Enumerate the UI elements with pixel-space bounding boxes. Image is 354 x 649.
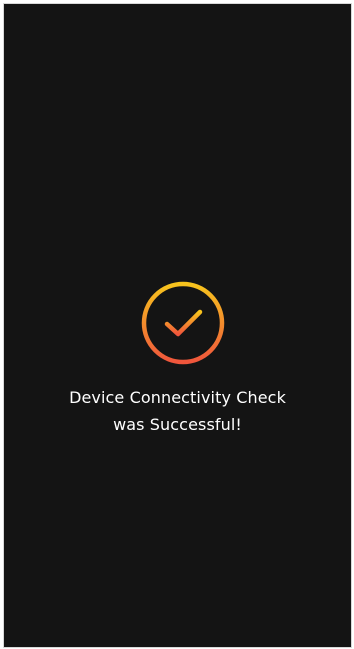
- check-circle-icon: [140, 280, 226, 366]
- success-message-line-2: was Successful!: [113, 415, 242, 434]
- success-screen: Device Connectivity Check was Successful…: [4, 4, 351, 647]
- success-message: Device Connectivity Check was Successful…: [4, 384, 351, 438]
- success-message-line-1: Device Connectivity Check: [69, 388, 286, 407]
